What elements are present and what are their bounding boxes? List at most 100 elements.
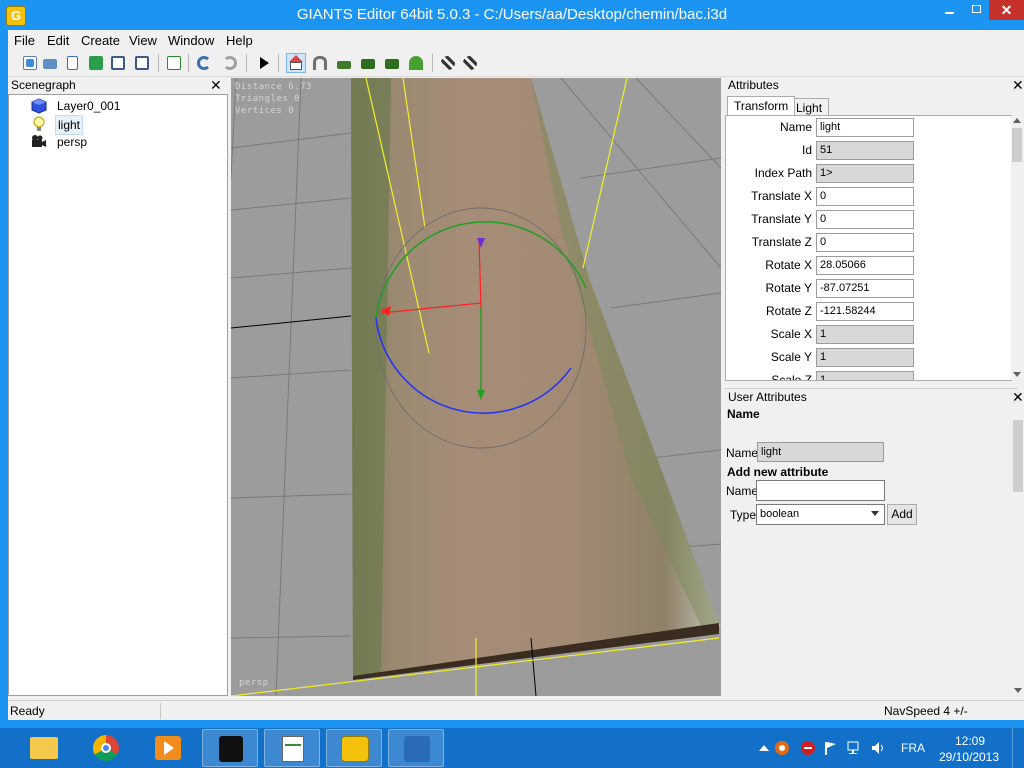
viewport-stat-triangles: Triangles 0 (235, 94, 301, 104)
notification-app-icon[interactable] (774, 740, 790, 756)
name-heading: Name (727, 407, 760, 421)
scroll-thumb[interactable] (1013, 420, 1023, 492)
menu-file[interactable]: File (14, 33, 35, 48)
language-indicator[interactable]: FRA (901, 741, 925, 755)
app-logo-icon[interactable]: G (6, 6, 26, 26)
new-file-icon[interactable] (20, 53, 40, 73)
home-icon[interactable] (286, 53, 306, 73)
attributes-scrollbar[interactable] (1011, 116, 1023, 380)
status-bar: Ready NavSpeed 4 +/- (8, 700, 1024, 721)
menu-create[interactable]: Create (81, 33, 120, 48)
menu-help[interactable]: Help (226, 33, 253, 48)
undo-icon[interactable] (194, 53, 214, 73)
scenegraph-tree: Layer0_001 light persp (8, 94, 228, 696)
app-icon[interactable] (202, 729, 258, 767)
index-path-field: 1> (816, 164, 914, 183)
minimize-button[interactable] (935, 0, 963, 20)
attr-row-translate-x: Translate X0 (726, 186, 1012, 209)
close-icon[interactable]: ✕ (210, 78, 222, 92)
attr-row-scale-z: Scale Z1 (726, 370, 1012, 380)
type-select-value: boolean (760, 508, 800, 520)
user-attributes-scrollbar[interactable] (1012, 406, 1024, 696)
giants-editor-icon[interactable] (326, 729, 382, 767)
notepad-icon[interactable] (264, 729, 320, 767)
rotate-y-field[interactable]: -87.07251 (816, 279, 914, 298)
user-attributes-title: User Attributes (728, 390, 807, 404)
status-text: Ready (10, 704, 45, 718)
add-attribute-button[interactable]: Add (887, 504, 917, 525)
left-border (0, 30, 8, 728)
chrome-icon[interactable] (78, 729, 134, 767)
action-center-flag-icon[interactable] (822, 740, 838, 756)
clock-date[interactable]: 29/10/2013 (936, 750, 1002, 764)
new-name-label: Name (726, 484, 759, 498)
type-select[interactable]: boolean (756, 504, 885, 525)
attr-row-scale-x: Scale X1 (726, 324, 1012, 347)
menu-window[interactable]: Window (168, 33, 214, 48)
terrain-paint-icon[interactable] (358, 53, 378, 73)
open-folder-icon[interactable] (40, 53, 60, 73)
clock-time[interactable]: 12:09 (950, 734, 990, 748)
scale-x-field[interactable]: 1 (816, 325, 914, 344)
texture-paint-icon[interactable] (438, 53, 458, 73)
file-explorer-icon[interactable] (16, 729, 72, 767)
transform-attributes: Name light Id 51 Index Path 1> Translate X0… (725, 115, 1012, 381)
translate-x-field[interactable]: 0 (816, 187, 914, 206)
app-icon-2[interactable] (388, 729, 444, 767)
volume-icon[interactable] (870, 740, 886, 756)
viewport-stat-vertices: Vertices 0 (235, 106, 295, 116)
foliage-icon[interactable] (406, 53, 426, 73)
translate-y-field[interactable]: 0 (816, 210, 914, 229)
network-icon[interactable] (846, 740, 862, 756)
scale-z-field[interactable]: 1 (816, 371, 914, 380)
taskbar: FRA 12:09 29/10/2013 (0, 728, 1024, 768)
menu-bar: File Edit Create View Window Help (8, 30, 1024, 50)
redo-icon[interactable] (220, 53, 240, 73)
save-all-icon[interactable] (132, 53, 152, 73)
scroll-down-icon[interactable] (1014, 688, 1022, 693)
media-player-icon[interactable] (140, 729, 196, 767)
show-desktop-button[interactable] (1012, 728, 1024, 768)
texture-erase-icon[interactable] (460, 53, 480, 73)
translate-z-field[interactable]: 0 (816, 233, 914, 252)
menu-edit[interactable]: Edit (47, 33, 69, 48)
rotate-z-field[interactable]: -121.58244 (816, 302, 914, 321)
chevron-up-icon[interactable] (756, 740, 772, 756)
scale-y-field[interactable]: 1 (816, 348, 914, 367)
user-attributes-header: User Attributes (725, 388, 1018, 405)
viewport-scene (231, 78, 721, 696)
attr-row-rotate-z: Rotate Z -121.58244 (726, 301, 1012, 324)
close-icon[interactable]: ✕ (1012, 78, 1024, 92)
attr-row-rotate-x: Rotate X 28.05066 (726, 255, 1012, 278)
terrain-foliage-icon[interactable] (382, 53, 402, 73)
tab-transform[interactable]: Transform (727, 96, 796, 115)
name-field[interactable]: light (816, 118, 914, 137)
maximize-button[interactable] (963, 0, 989, 20)
play-icon[interactable] (254, 53, 274, 73)
3d-viewport[interactable]: Distance 6.73 Triangles 0 Vertices 0 per… (231, 78, 721, 696)
scroll-down-icon[interactable] (1013, 372, 1021, 377)
add-attribute-heading: Add new attribute (727, 465, 829, 479)
warning-icon[interactable] (800, 740, 816, 756)
user-attributes-panel: Name Name light Add new attribute Name T… (725, 404, 1015, 696)
new-attribute-name-input[interactable] (756, 480, 885, 501)
window-bottom-border (0, 720, 1024, 728)
scroll-thumb[interactable] (1012, 128, 1022, 162)
nav-speed: NavSpeed 4 +/- (884, 704, 968, 718)
scenegraph-title: Scenegraph (11, 78, 76, 92)
scroll-up-icon[interactable] (1013, 118, 1021, 123)
close-button[interactable]: ✕ (989, 0, 1024, 20)
import-icon[interactable] (164, 53, 184, 73)
save-icon[interactable] (108, 53, 128, 73)
terrain-sculpt-icon[interactable] (334, 53, 354, 73)
scenegraph-header: Scenegraph (8, 77, 229, 93)
viewport-stat-distance: Distance 6.73 (235, 82, 312, 92)
close-icon[interactable]: ✕ (1012, 390, 1024, 404)
camera-icon (32, 135, 46, 147)
magnet-icon[interactable] (310, 53, 330, 73)
rotate-x-field[interactable]: 28.05066 (816, 256, 914, 275)
refresh-icon[interactable] (86, 53, 106, 73)
document-icon[interactable] (62, 53, 82, 73)
attr-row-name: Name light (726, 117, 1012, 140)
menu-view[interactable]: View (129, 33, 157, 48)
